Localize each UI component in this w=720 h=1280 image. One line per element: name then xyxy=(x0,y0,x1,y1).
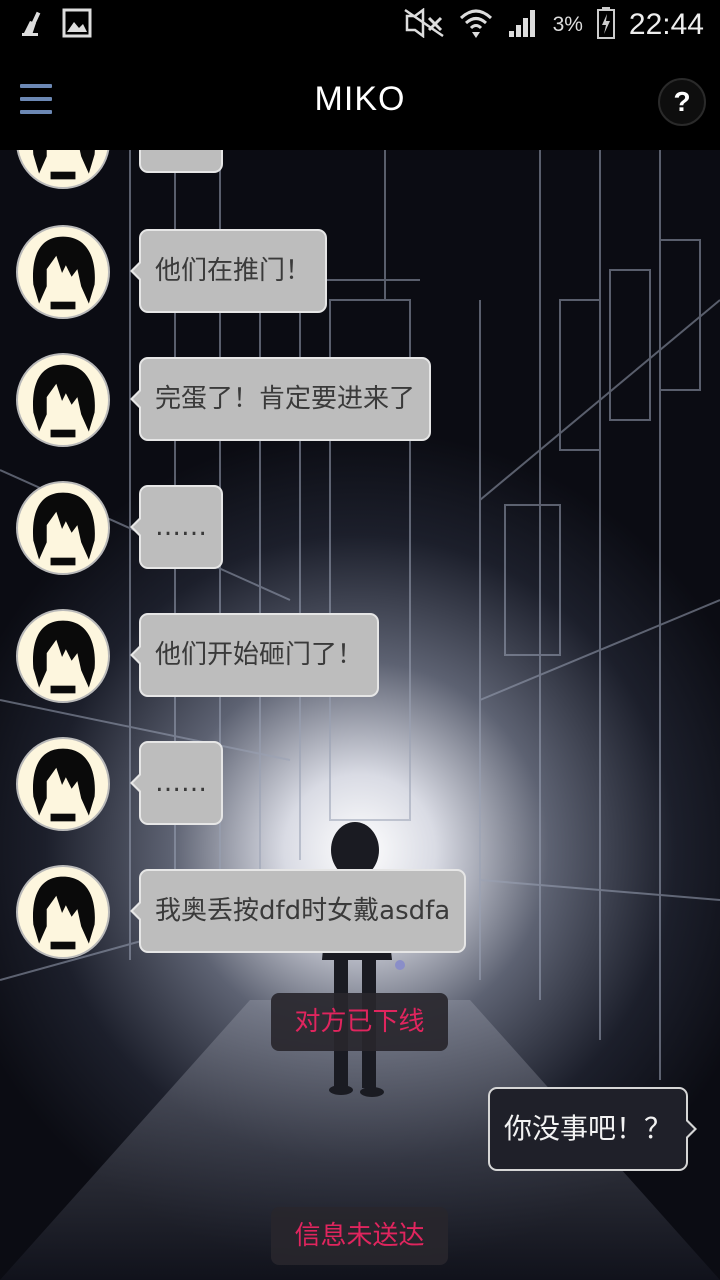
signal-icon xyxy=(507,7,539,43)
cleaner-icon xyxy=(20,9,48,41)
page-title: MIKO xyxy=(314,80,406,118)
avatar[interactable] xyxy=(16,609,110,703)
avatar[interactable] xyxy=(16,865,110,959)
avatar[interactable] xyxy=(16,150,110,189)
battery-icon xyxy=(596,7,615,43)
outgoing-bubble: 你没事吧！？ xyxy=(487,1087,698,1171)
status-notice-undelivered: 信息未送达 xyxy=(271,1207,448,1265)
battery-percent: 3% xyxy=(552,13,583,36)
wifi-icon xyxy=(459,6,493,44)
incoming-bubble: 我奥丢按dfd时女戴asdfa xyxy=(129,869,467,953)
avatar[interactable] xyxy=(16,481,110,575)
help-button[interactable]: ? xyxy=(658,78,706,126)
status-time: 22:44 xyxy=(628,8,704,41)
avatar[interactable] xyxy=(16,353,110,447)
mute-icon xyxy=(403,7,445,42)
incoming-bubble: …… xyxy=(139,150,223,173)
avatar[interactable] xyxy=(16,225,110,319)
incoming-bubble: …… xyxy=(130,741,223,825)
avatar[interactable] xyxy=(16,737,110,831)
incoming-bubble: 完蛋了！肯定要进来了 xyxy=(129,357,432,441)
chat-list[interactable]: …… 他们在推门！ 完蛋了！肯定要进来了 …… 他们开始砸门了！ …… xyxy=(0,150,720,1280)
incoming-bubble: 他们开始砸门了！ xyxy=(129,613,380,697)
status-notice-offline: 对方已下线 xyxy=(271,993,448,1051)
incoming-bubble: …… xyxy=(130,485,223,569)
gallery-icon xyxy=(62,8,92,42)
incoming-bubble: 他们在推门！ xyxy=(129,229,328,313)
status-bar: 3% 22:44 xyxy=(0,0,720,50)
app-bar: MIKO ? xyxy=(0,50,720,150)
